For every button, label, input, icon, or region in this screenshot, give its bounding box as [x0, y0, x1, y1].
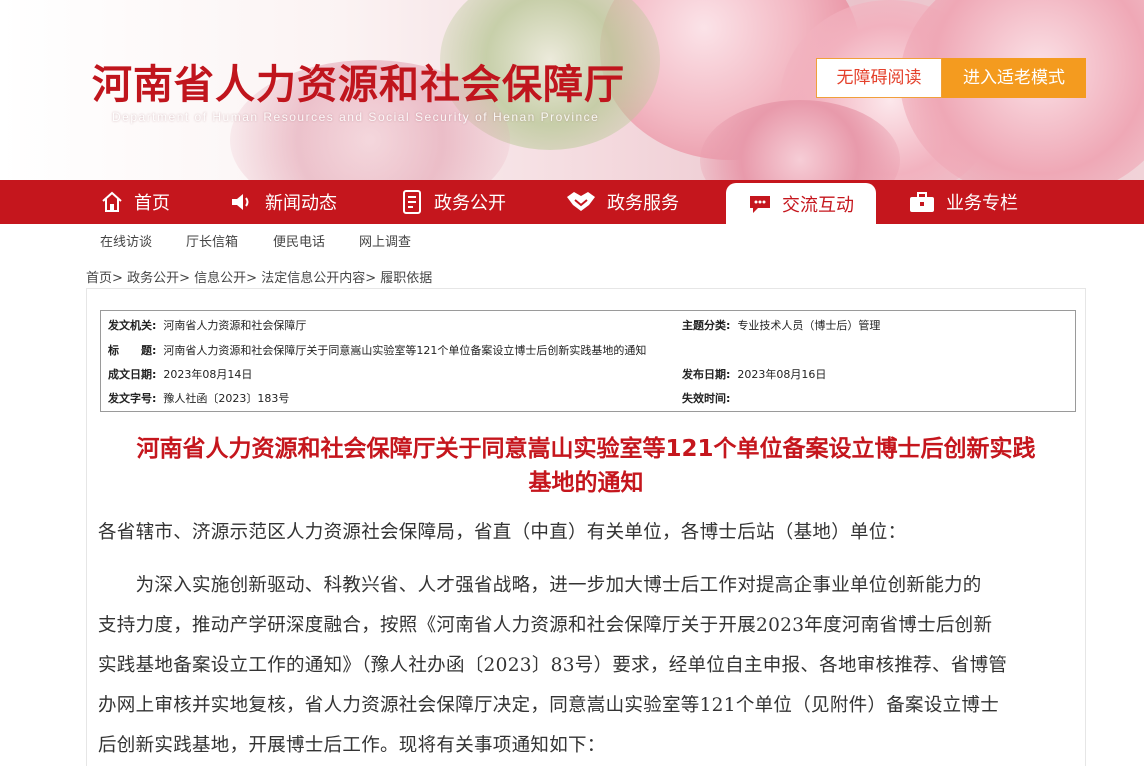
meta-doc-number: 发文字号: 豫人社函〔2023〕183号 — [108, 392, 290, 405]
accessibility-button[interactable]: 无障碍阅读 — [816, 58, 942, 98]
breadcrumb-legal[interactable]: 法定信息公开内容 — [261, 271, 365, 286]
article-title-line: 河南省人力资源和社会保障厅关于同意嵩山实验室等121个单位备案设立博士后创新实践 — [136, 436, 1036, 462]
meta-publish-date: 发布日期: 2023年08月16日 — [682, 368, 827, 381]
paragraph-line: 办网上审核并实地复核，省人力资源社会保障厅决定，同意嵩山实验室等121个单位（见… — [98, 695, 1000, 716]
nav-label: 交流互动 — [782, 194, 854, 216]
paragraph-line: 为深入实施创新驱动、科教兴省、人才强省战略，进一步加大博士后工作对提高企事业单位… — [98, 575, 982, 596]
paragraph-line: 实践基地备案设立工作的通知》（豫人社办函〔2023〕83号）要求，经单位自主申报… — [98, 655, 1008, 676]
breadcrumb-info[interactable]: 信息公开 — [194, 271, 246, 286]
breadcrumb-home[interactable]: 首页 — [86, 271, 112, 286]
sub-nav: 在线访谈 厅长信箱 便民电话 网上调查 — [0, 224, 1144, 254]
breadcrumb-public[interactable]: 政务公开 — [127, 271, 179, 286]
nav-label: 首页 — [134, 193, 170, 214]
subnav-item-hotline[interactable]: 便民电话 — [273, 231, 325, 250]
subnav-item-survey[interactable]: 网上调查 — [359, 231, 411, 250]
meta-issuer: 发文机关: 河南省人力资源和社会保障厅 — [108, 319, 307, 332]
article-title-line: 基地的通知 — [528, 470, 644, 496]
meta-expiry: 失效时间: — [682, 392, 731, 405]
nav-item-news[interactable]: 新闻动态 — [229, 180, 337, 224]
article-paragraph: 为深入实施创新驱动、科教兴省、人才强省战略，进一步加大博士后工作对提高企事业单位… — [98, 566, 1073, 766]
home-icon — [102, 191, 122, 212]
document-meta-table: 发文机关: 河南省人力资源和社会保障厅 主题分类: 专业技术人员（博士后）管理 … — [100, 310, 1076, 412]
elder-mode-button[interactable]: 进入适老模式 — [942, 58, 1086, 98]
breadcrumb-separator: > — [365, 271, 377, 286]
site-title: 河南省人力资源和社会保障厅 — [92, 62, 625, 108]
breadcrumb-separator: > — [246, 271, 258, 286]
nav-label: 政务服务 — [607, 193, 679, 214]
nav-label: 政务公开 — [434, 193, 506, 214]
briefcase-icon — [910, 192, 934, 212]
article-salutation: 各省辖市、济源示范区人力资源社会保障局，省直（中直）有关单位，各博士后站（基地）… — [98, 522, 907, 543]
paragraph-line: 后创新实践基地，开展博士后工作。现将有关事项通知如下： — [98, 735, 606, 756]
article-title: 河南省人力资源和社会保障厅关于同意嵩山实验室等121个单位备案设立博士后创新实践… — [96, 432, 1076, 500]
chat-icon — [750, 195, 770, 213]
nav-item-interaction[interactable]: 交流互动 — [726, 183, 876, 224]
meta-topic: 主题分类: 专业技术人员（博士后）管理 — [682, 319, 881, 332]
meta-written-date: 成文日期: 2023年08月14日 — [108, 368, 253, 381]
document-icon — [403, 190, 421, 214]
main-nav: 首页 新闻动态 政务公开 政务服务 交流互动 业务专栏 — [0, 180, 1144, 224]
breadcrumb-separator: > — [179, 271, 190, 286]
nav-item-service[interactable]: 政务服务 — [565, 180, 679, 224]
breadcrumb-duty[interactable]: 履职依据 — [380, 271, 432, 286]
breadcrumb: 首页> 政务公开> 信息公开> 法定信息公开内容> 履职依据 — [86, 267, 432, 286]
site-subtitle: Department of Human Resources and Social… — [112, 110, 600, 124]
breadcrumb-separator: > — [112, 271, 123, 286]
meta-title: 标 题: 河南省人力资源和社会保障厅关于同意嵩山实验室等121个单位备案设立博士… — [108, 344, 647, 357]
paragraph-line: 支持力度，推动产学研深度融合，按照《河南省人力资源和社会保障厅关于开展2023年… — [98, 615, 993, 636]
nav-item-business[interactable]: 业务专栏 — [908, 180, 1018, 224]
speaker-icon — [232, 194, 249, 210]
nav-label: 新闻动态 — [265, 193, 337, 214]
handshake-icon — [567, 192, 595, 211]
subnav-item-mailbox[interactable]: 厅长信箱 — [186, 231, 238, 250]
nav-item-public[interactable]: 政务公开 — [400, 180, 506, 224]
header-banner: 河南省人力资源和社会保障厅 Department of Human Resour… — [0, 0, 1144, 180]
subnav-item-interview[interactable]: 在线访谈 — [100, 231, 152, 250]
nav-item-home[interactable]: 首页 — [100, 180, 170, 224]
nav-label: 业务专栏 — [946, 193, 1018, 214]
